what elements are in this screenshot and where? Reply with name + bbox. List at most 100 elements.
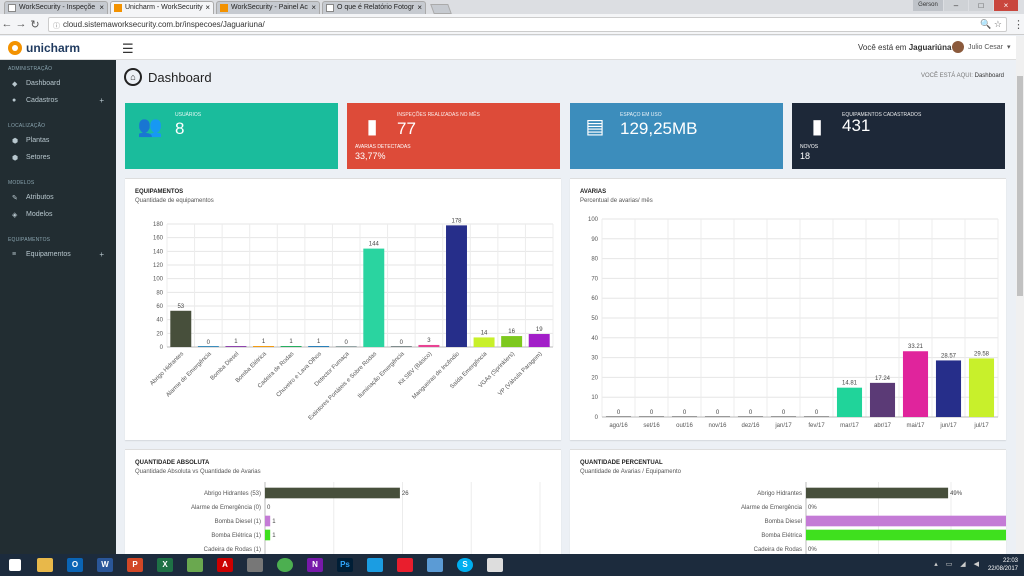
panel-subtitle: Quantidade de equipamentos — [135, 198, 214, 204]
panel-title: QUANTIDADE PERCENTUAL — [580, 460, 663, 466]
sidebar-item-cadastros[interactable]: ● Cadastros + — [0, 92, 116, 109]
close-icon[interactable]: × — [205, 2, 210, 14]
panel-title: EQUIPAMENTOS — [135, 189, 184, 195]
y-tick-label: Bomba Diesel — [765, 519, 802, 525]
powerpoint-icon[interactable]: P — [120, 555, 150, 575]
data-label: 14.81 — [842, 381, 858, 387]
sidebar-item-setores[interactable]: ⬢ Setores — [0, 149, 116, 166]
data-label: 0 — [345, 340, 349, 346]
panel-subtitle: Quantidade Absoluta vs Quantidade de Ava… — [135, 469, 261, 475]
list-icon: ≡ — [12, 251, 17, 258]
logo[interactable]: unicharm — [0, 36, 116, 60]
app-icon[interactable] — [480, 555, 510, 575]
close-icon[interactable]: × — [311, 2, 316, 14]
data-label: 1 — [289, 339, 293, 345]
panel-equipamentos: EQUIPAMENTOS Quantidade de equipamentos … — [125, 178, 561, 440]
stat-box-equipamentos[interactable]: ▮ EQUIPAMENTOS CADASTRADOS 431 NOVOS 18 — [792, 103, 1005, 169]
url-bar[interactable]: ⓘ cloud.sistemaworksecurity.com.br/inspe… — [47, 16, 1007, 33]
data-label: 28.57 — [941, 353, 957, 359]
app-header: unicharm ☰ Você está em Jaguariúna Julio… — [0, 36, 1024, 60]
breadcrumb: VOCÊ ESTÁ AQUI: Dashboard — [921, 73, 1004, 79]
data-label: 29.58 — [974, 351, 990, 357]
back-icon[interactable]: ← — [0, 18, 14, 30]
close-window-icon[interactable]: × — [994, 0, 1018, 11]
browser-tab[interactable]: O que é Relatório Fotogr × — [322, 1, 426, 14]
menu-toggle-icon[interactable]: ☰ — [122, 41, 134, 57]
data-label: 0 — [782, 410, 786, 416]
app-icon[interactable] — [390, 555, 420, 575]
minimize-icon[interactable]: – — [944, 0, 968, 11]
user-menu[interactable]: Julio Cesar ▾ — [952, 41, 1011, 53]
page-info-icon[interactable]: ⓘ — [53, 20, 60, 33]
bar — [265, 529, 271, 541]
app-icon[interactable] — [240, 555, 270, 575]
scrollbar-thumb[interactable] — [1017, 76, 1023, 296]
maximize-icon[interactable]: □ — [969, 0, 993, 11]
money-icon: ▤ — [585, 116, 605, 138]
y-tick-label: 20 — [591, 375, 598, 381]
users-icon: 👥 — [137, 116, 163, 138]
x-tick-label: dez/16 — [741, 423, 760, 429]
chrome-icon[interactable] — [270, 555, 300, 575]
x-tick-label: ago/16 — [609, 423, 628, 429]
home-icon[interactable]: ⌂ — [124, 68, 142, 86]
page-scrollbar[interactable] — [1016, 36, 1024, 554]
location-name[interactable]: Jaguariúna — [909, 43, 952, 52]
caret-down-icon: ▾ — [1007, 44, 1011, 51]
word-icon[interactable]: W — [90, 555, 120, 575]
app-icon[interactable] — [420, 555, 450, 575]
y-tick-label: 80 — [591, 257, 598, 263]
sidebar-item-equipamentos[interactable]: ≡ Equipamentos + — [0, 246, 116, 263]
system-tray-icons[interactable]: ▴ ▭ ◢ ◀ — [934, 560, 982, 568]
browser-tab[interactable]: WorkSecurity - Inspeçõe × — [4, 1, 108, 14]
sidebar-item-dashboard[interactable]: ◆ Dashboard — [0, 75, 116, 92]
browser-tab[interactable]: WorkSecurity - Painel Ac × — [216, 1, 320, 14]
close-icon[interactable]: × — [99, 2, 104, 14]
browser-tab-active[interactable]: Unicharm - WorkSecurity × — [110, 1, 214, 14]
profile-badge[interactable]: Gerson — [913, 0, 943, 11]
sidebar-item-atributos[interactable]: ✎ Atributos — [0, 189, 116, 206]
window-controls: Gerson – □ × — [913, 0, 1018, 11]
reload-icon[interactable]: ↻ — [28, 18, 42, 31]
y-tick-label: Cadeira de Rodas (1) — [204, 547, 261, 553]
clock: 22:03 22/08/2017 — [988, 557, 1018, 573]
excel-icon[interactable]: X — [150, 555, 180, 575]
bar — [363, 248, 385, 347]
new-tab-button[interactable] — [430, 4, 452, 14]
start-button[interactable] — [0, 555, 30, 575]
breadcrumb-current[interactable]: Dashboard — [975, 73, 1004, 79]
browser-menu-icon[interactable]: ⋮ — [1013, 18, 1024, 31]
stat-box-usuarios[interactable]: 👥 USUÁRIOS 8 — [125, 103, 338, 169]
onenote-icon[interactable]: N — [300, 555, 330, 575]
acrobat-icon[interactable]: A — [210, 555, 240, 575]
stat-box-inspecoes[interactable]: ▮ INSPEÇÕES REALIZADAS NO MÊS 77 AVARIAS… — [347, 103, 560, 169]
close-icon[interactable]: × — [417, 2, 422, 14]
file-explorer-icon[interactable] — [30, 555, 60, 575]
app-icon[interactable] — [180, 555, 210, 575]
bar — [446, 225, 467, 347]
skype-icon[interactable]: S — [450, 555, 480, 575]
sidebar-section-title: MODELOS — [8, 180, 35, 186]
stat-box-espaco[interactable]: ▤ ESPAÇO EM USO 129,25MB — [570, 103, 783, 169]
photoshop-icon[interactable]: Ps — [330, 555, 360, 575]
forward-icon[interactable]: → — [14, 18, 28, 30]
sidebar-item-label: Plantas — [26, 137, 50, 144]
zoom-bookmark-icons[interactable]: 🔍 ☆ — [980, 18, 1002, 31]
y-tick-label: Alarme de Emergência — [741, 505, 803, 511]
tab-title: WorkSecurity - Painel Ac — [231, 4, 308, 11]
main-content: ⌂ Dashboard VOCÊ ESTÁ AQUI: Dashboard 👥 U… — [116, 60, 1016, 559]
expand-icon: + — [99, 96, 104, 105]
data-label: 3 — [427, 338, 431, 344]
sidebar-item-modelos[interactable]: ◈ Modelos — [0, 206, 116, 223]
x-tick-label: mai/17 — [906, 423, 925, 429]
app-icon[interactable] — [360, 555, 390, 575]
y-tick-label: 60 — [591, 296, 598, 302]
user-icon: ● — [12, 97, 17, 104]
data-label: 19 — [536, 327, 543, 333]
panel-subtitle: Percentual de avarias/ mês — [580, 198, 653, 204]
y-tick-label: 90 — [591, 237, 598, 243]
sidebar-item-plantas[interactable]: ⬢ Plantas — [0, 132, 116, 149]
bar — [935, 360, 962, 417]
outlook-icon[interactable]: O — [60, 555, 90, 575]
sidebar-item-label: Dashboard — [26, 80, 61, 87]
